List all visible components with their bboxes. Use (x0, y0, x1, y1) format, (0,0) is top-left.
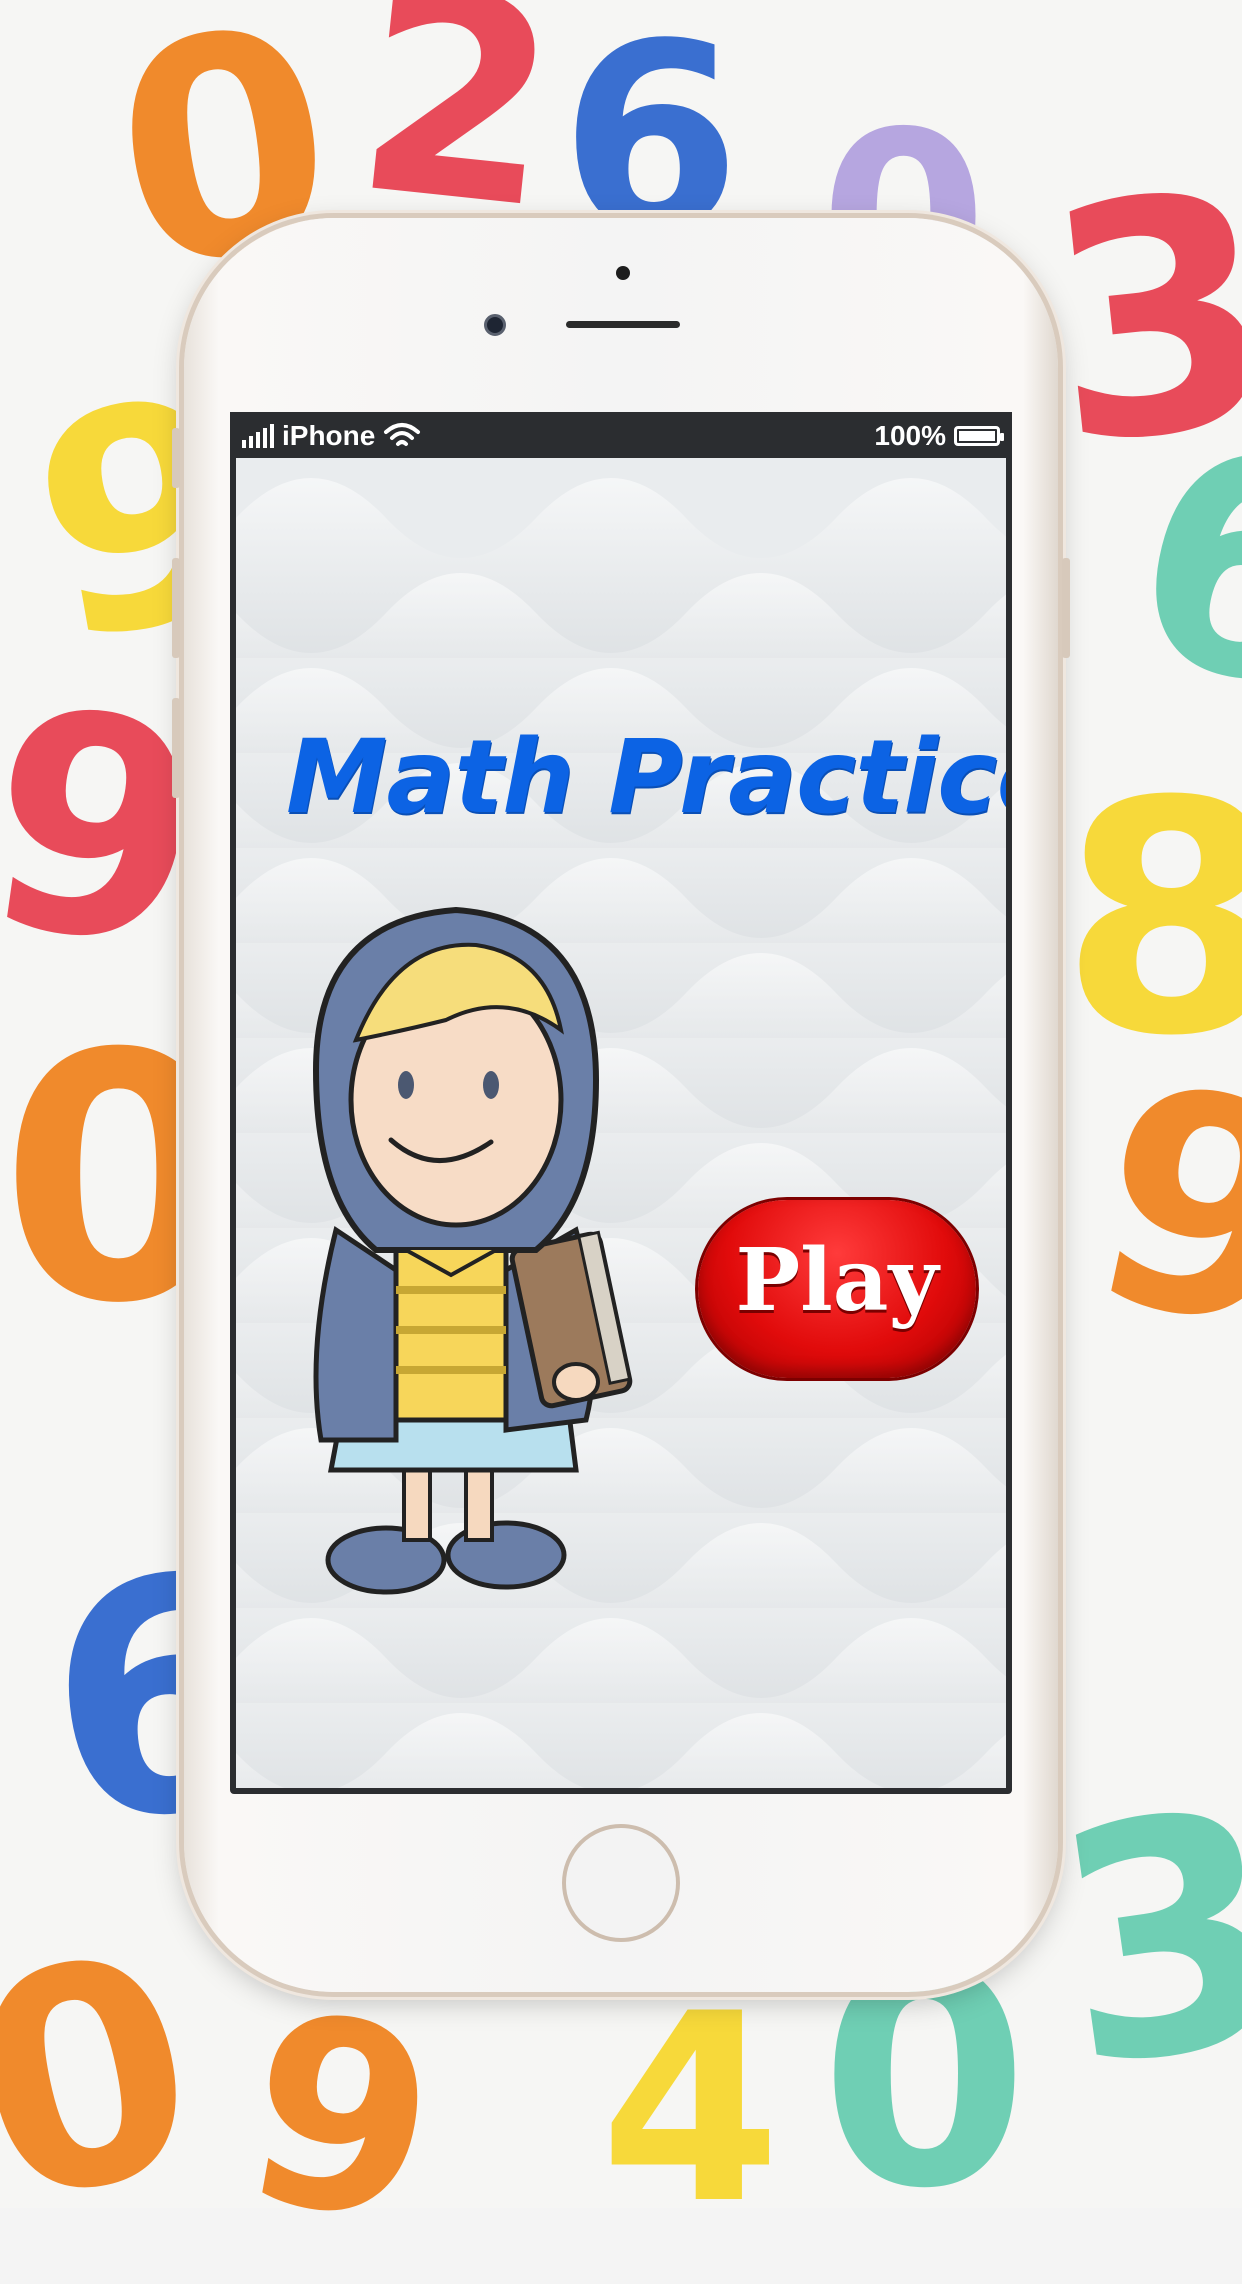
proximity-sensor (616, 266, 630, 280)
signal-bars-icon (242, 424, 274, 448)
phone-screen: iPhone 100% Math Practice Play (230, 412, 1012, 1794)
volume-up-button (172, 558, 180, 658)
phone-frame: iPhone 100% Math Practice Play (172, 218, 1070, 1992)
power-button (1062, 558, 1070, 658)
bg-digit: 9 (225, 1955, 456, 2284)
mute-switch (172, 428, 180, 488)
earpiece-speaker (566, 321, 680, 328)
cartoon-girl-illustration (312, 906, 633, 1595)
front-camera-icon (484, 314, 506, 336)
volume-down-button (172, 698, 180, 798)
home-button[interactable] (562, 1824, 680, 1942)
carrier-label: iPhone (282, 420, 376, 451)
play-button-label: Play (735, 1230, 939, 1331)
bg-digit: 0 (0, 1887, 223, 2272)
battery-percent: 100% (874, 420, 946, 451)
play-button[interactable]: Play (698, 1200, 976, 1378)
bg-digit: 2 (343, 0, 572, 273)
bg-digit: 4 (600, 1959, 781, 2261)
app-title: Math Practice (286, 718, 1006, 837)
battery-icon (954, 426, 1004, 446)
wifi-icon (384, 423, 421, 446)
wave-shape (236, 1618, 1006, 1788)
status-bar-right: 100% (874, 420, 1004, 452)
status-bar: iPhone 100% (230, 412, 1012, 458)
status-bar-left: iPhone (242, 420, 421, 452)
wave-shape (236, 478, 1006, 658)
bg-digit: 3 (1035, 1740, 1242, 2140)
app-screen: Math Practice Play (236, 458, 1006, 1788)
